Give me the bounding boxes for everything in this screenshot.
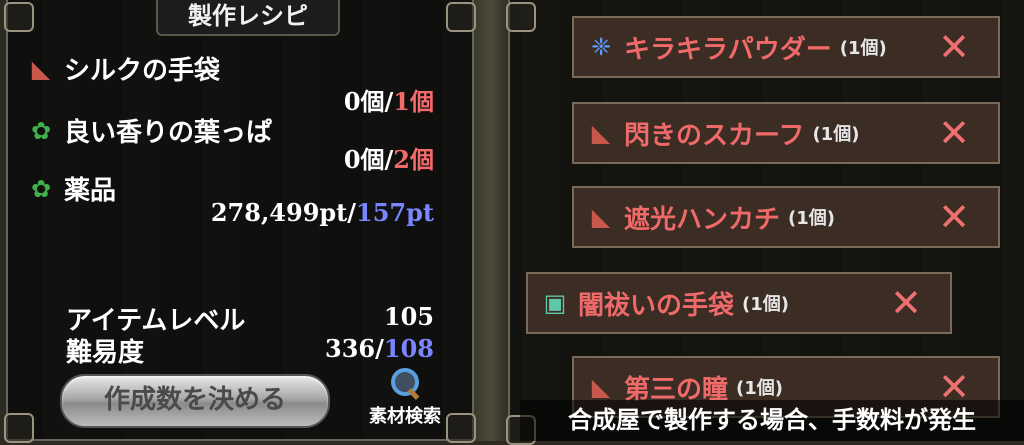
difficulty-label: 難易度 <box>66 338 145 368</box>
material-name: 闇祓いの手袋 <box>578 290 735 321</box>
glove-icon: ◣ <box>31 54 51 83</box>
ingredient-name: 薬品 <box>64 176 117 206</box>
material-search-button[interactable]: 素材検索 <box>360 366 450 436</box>
corner-ornament <box>446 413 476 443</box>
ingredient-quantity: 0個/2個 <box>343 145 434 174</box>
box-icon: ▣ <box>543 289 567 317</box>
leaf-icon: ✿ <box>30 174 52 203</box>
material-count: (1個) <box>736 378 783 399</box>
ingredient-name: シルクの手袋 <box>64 56 221 86</box>
corner-ornament <box>4 2 34 32</box>
material-slot[interactable]: ◣ 遮光ハンカチ (1個) ✕ <box>572 186 1000 248</box>
scarf-icon: ◣ <box>591 119 611 147</box>
material-search-label: 素材検索 <box>369 406 441 427</box>
recipe-panel: 製作レシピ ◣ シルクの手袋 0個/1個 ✿ 良い香りの葉っぱ 0個/2個 ✿ … <box>4 0 476 443</box>
scene-divider <box>474 0 508 441</box>
item-level-value: 105 <box>383 302 434 331</box>
material-name: キラキラパウダー <box>624 34 832 65</box>
ingredient-row[interactable]: ◣ シルクの手袋 <box>26 50 220 87</box>
fee-notice: 合成屋で製作する場合、手数料が発生 <box>520 400 1024 441</box>
corner-ornament <box>446 2 476 32</box>
material-count: (1個) <box>812 124 860 145</box>
decide-quantity-button[interactable]: 作成数を決める <box>60 374 330 428</box>
remove-material-button[interactable]: ✕ <box>934 198 974 238</box>
material-name: 閃きのスカーフ <box>624 120 805 151</box>
difficulty-value: 336/108 <box>325 334 434 363</box>
corner-ornament <box>4 413 34 443</box>
leaf-icon: ✿ <box>30 116 52 145</box>
ingredient-row[interactable]: ✿ 薬品 <box>26 170 116 207</box>
material-slot[interactable]: ❈ キラキラパウダー (1個) ✕ <box>572 16 1000 78</box>
remove-material-button[interactable]: ✕ <box>886 284 926 324</box>
remove-material-button[interactable]: ✕ <box>934 114 974 154</box>
powder-icon: ❈ <box>590 33 612 61</box>
material-count: (1個) <box>788 208 835 229</box>
material-count: (1個) <box>839 38 887 59</box>
handkerchief-icon: ◣ <box>591 203 611 231</box>
ingredient-row[interactable]: ✿ 良い香りの葉っぱ <box>26 112 272 149</box>
ingredient-quantity: 0個/1個 <box>343 87 434 116</box>
material-count: (1個) <box>742 294 789 315</box>
remove-material-button[interactable]: ✕ <box>934 28 974 68</box>
ingredient-quantity: 278,499pt/157pt <box>210 198 434 227</box>
recipe-title: 製作レシピ <box>156 0 340 36</box>
material-slot-selected[interactable]: ▣ 闇祓いの手袋 (1個) ✕ <box>526 272 952 334</box>
eye-icon: ◣ <box>591 373 611 401</box>
material-slot[interactable]: ◣ 閃きのスカーフ (1個) ✕ <box>572 102 1000 164</box>
ingredient-name: 良い香りの葉っぱ <box>64 118 273 148</box>
corner-ornament <box>506 2 536 32</box>
magnifier-icon <box>389 366 421 401</box>
material-name: 遮光ハンカチ <box>624 204 781 235</box>
